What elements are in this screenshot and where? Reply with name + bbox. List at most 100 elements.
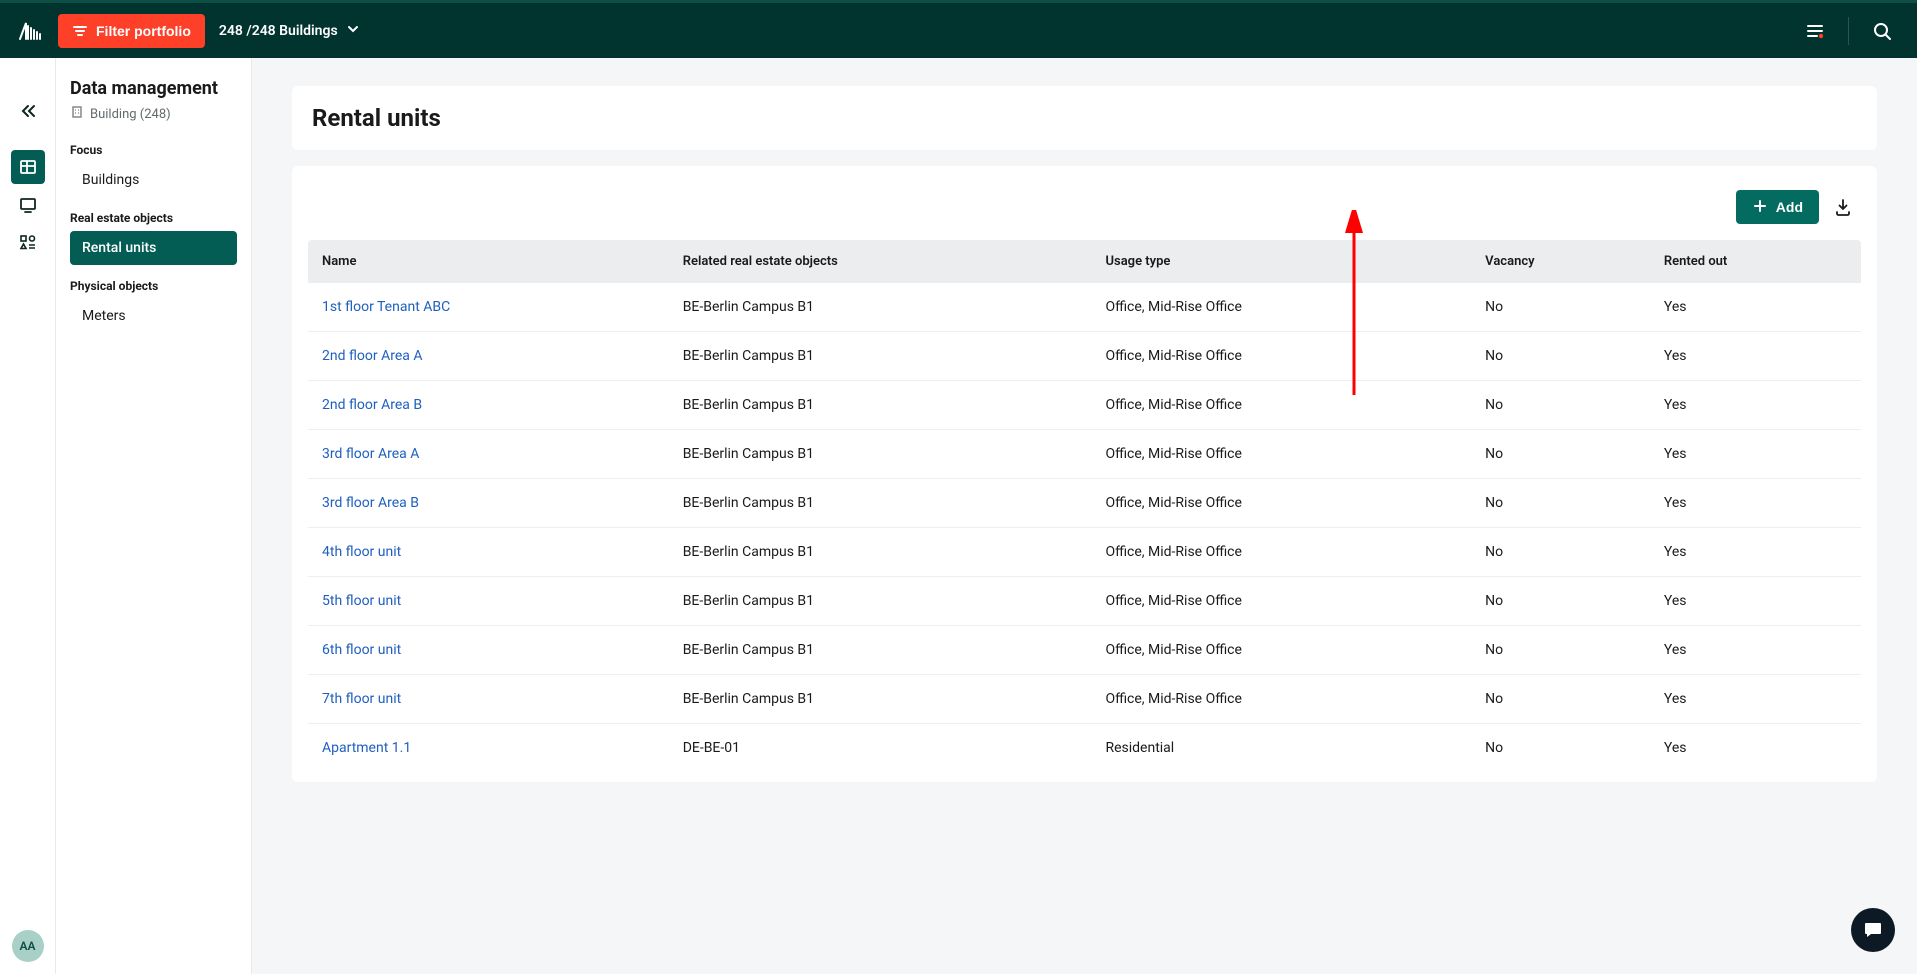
row-vacancy: No xyxy=(1471,577,1650,626)
search-button[interactable] xyxy=(1863,12,1901,50)
row-rented: Yes xyxy=(1650,381,1861,430)
row-vacancy: No xyxy=(1471,332,1650,381)
row-usage: Residential xyxy=(1091,724,1471,773)
page-title: Rental units xyxy=(312,104,1857,132)
table-card: Add Name Related real estate objects Usa… xyxy=(292,166,1877,782)
row-usage: Office, Mid-Rise Office xyxy=(1091,332,1471,381)
table-row: 6th floor unit BE-Berlin Campus B1Office,… xyxy=(308,626,1861,675)
main-content: Rental units Add Name Related r xyxy=(252,58,1917,974)
sidebar-subtitle: Building (248) xyxy=(70,105,237,123)
table-row: 3rd floor Area A BE-Berlin Campus B1Offic… xyxy=(308,430,1861,479)
row-name-link[interactable]: 3rd floor Area B xyxy=(322,495,419,511)
buildings-count-label: 248 /248 Buildings xyxy=(219,23,338,39)
rail-nav-components[interactable] xyxy=(11,226,45,260)
table-row: 1st floor Tenant ABC BE-Berlin Campus B1O… xyxy=(308,283,1861,332)
row-rented: Yes xyxy=(1650,626,1861,675)
row-related: BE-Berlin Campus B1 xyxy=(669,528,1092,577)
row-rented: Yes xyxy=(1650,577,1861,626)
sidebar-panel: Data management Building (248) Focus Bui… xyxy=(56,58,252,974)
sidebar-item-meters[interactable]: Meters xyxy=(70,299,237,333)
row-name-link[interactable]: 3rd floor Area A xyxy=(322,446,419,462)
table-row: 2nd floor Area B BE-Berlin Campus B1Offic… xyxy=(308,381,1861,430)
table-row: 2nd floor Area A BE-Berlin Campus B1Offic… xyxy=(308,332,1861,381)
topbar-divider xyxy=(1848,17,1849,45)
row-related: BE-Berlin Campus B1 xyxy=(669,577,1092,626)
row-name-link[interactable]: 2nd floor Area A xyxy=(322,348,423,364)
buildings-count-dropdown[interactable]: 248 /248 Buildings xyxy=(219,22,360,40)
row-related: BE-Berlin Campus B1 xyxy=(669,283,1092,332)
row-vacancy: No xyxy=(1471,528,1650,577)
app-logo[interactable] xyxy=(16,17,44,45)
table-row: 5th floor unit BE-Berlin Campus B1Office,… xyxy=(308,577,1861,626)
row-usage: Office, Mid-Rise Office xyxy=(1091,577,1471,626)
row-name-link[interactable]: 4th floor unit xyxy=(322,544,401,560)
row-name-link[interactable]: 6th floor unit xyxy=(322,642,401,658)
add-button-label: Add xyxy=(1776,199,1803,215)
collapse-sidebar-button[interactable] xyxy=(11,94,45,128)
th-related[interactable]: Related real estate objects xyxy=(669,240,1092,283)
row-usage: Office, Mid-Rise Office xyxy=(1091,430,1471,479)
table-row: 4th floor unit BE-Berlin Campus B1Office,… xyxy=(308,528,1861,577)
row-usage: Office, Mid-Rise Office xyxy=(1091,675,1471,724)
row-name-link[interactable]: Apartment 1.1 xyxy=(322,740,411,756)
th-usage[interactable]: Usage type xyxy=(1091,240,1471,283)
table-toolbar: Add xyxy=(308,190,1861,224)
row-rented: Yes xyxy=(1650,479,1861,528)
th-name[interactable]: Name xyxy=(308,240,669,283)
row-vacancy: No xyxy=(1471,626,1650,675)
chat-fab[interactable] xyxy=(1851,908,1895,952)
row-usage: Office, Mid-Rise Office xyxy=(1091,479,1471,528)
row-rented: Yes xyxy=(1650,528,1861,577)
row-rented: Yes xyxy=(1650,675,1861,724)
row-name-link[interactable]: 1st floor Tenant ABC xyxy=(322,299,450,315)
rail-nav-data[interactable] xyxy=(11,150,45,184)
sidebar-subtitle-label: Building (248) xyxy=(90,107,171,122)
avatar-initials: AA xyxy=(19,939,35,953)
row-vacancy: No xyxy=(1471,283,1650,332)
table-row: 3rd floor Area B BE-Berlin Campus B1Offic… xyxy=(308,479,1861,528)
sidebar-item-rental-units[interactable]: Rental units xyxy=(70,231,237,265)
row-name-link[interactable]: 2nd floor Area B xyxy=(322,397,422,413)
row-vacancy: No xyxy=(1471,430,1650,479)
filter-icon xyxy=(72,23,88,39)
th-vacancy[interactable]: Vacancy xyxy=(1471,240,1650,283)
user-avatar[interactable]: AA xyxy=(12,930,44,962)
row-rented: Yes xyxy=(1650,724,1861,773)
row-related: BE-Berlin Campus B1 xyxy=(669,626,1092,675)
nav-rail: AA xyxy=(0,58,56,974)
table-header-row: Name Related real estate objects Usage t… xyxy=(308,240,1861,283)
row-related: BE-Berlin Campus B1 xyxy=(669,430,1092,479)
download-button[interactable] xyxy=(1833,197,1853,217)
sidebar-title: Data management xyxy=(70,78,237,99)
row-vacancy: No xyxy=(1471,381,1650,430)
row-related: BE-Berlin Campus B1 xyxy=(669,332,1092,381)
rail-nav-monitor[interactable] xyxy=(11,188,45,222)
row-usage: Office, Mid-Rise Office xyxy=(1091,381,1471,430)
feed-icon-button[interactable] xyxy=(1796,12,1834,50)
rental-units-table: Name Related real estate objects Usage t… xyxy=(308,240,1861,772)
row-vacancy: No xyxy=(1471,724,1650,773)
row-vacancy: No xyxy=(1471,479,1650,528)
row-usage: Office, Mid-Rise Office xyxy=(1091,528,1471,577)
sidebar-group-real-estate: Real estate objects xyxy=(70,211,237,225)
building-icon xyxy=(70,105,84,123)
row-rented: Yes xyxy=(1650,332,1861,381)
filter-portfolio-button[interactable]: Filter portfolio xyxy=(58,14,205,48)
sidebar-group-physical: Physical objects xyxy=(70,279,237,293)
row-name-link[interactable]: 5th floor unit xyxy=(322,593,401,609)
row-name-link[interactable]: 7th floor unit xyxy=(322,691,401,707)
row-related: BE-Berlin Campus B1 xyxy=(669,675,1092,724)
add-button[interactable]: Add xyxy=(1736,190,1819,224)
row-related: BE-Berlin Campus B1 xyxy=(669,381,1092,430)
row-usage: Office, Mid-Rise Office xyxy=(1091,283,1471,332)
sidebar-item-buildings[interactable]: Buildings xyxy=(70,163,237,197)
table-row: 7th floor unit BE-Berlin Campus B1Office,… xyxy=(308,675,1861,724)
page-header-card: Rental units xyxy=(292,86,1877,150)
row-related: BE-Berlin Campus B1 xyxy=(669,479,1092,528)
row-rented: Yes xyxy=(1650,430,1861,479)
row-rented: Yes xyxy=(1650,283,1861,332)
row-usage: Office, Mid-Rise Office xyxy=(1091,626,1471,675)
filter-portfolio-label: Filter portfolio xyxy=(96,23,191,39)
plus-icon xyxy=(1752,198,1768,217)
th-rented[interactable]: Rented out xyxy=(1650,240,1861,283)
